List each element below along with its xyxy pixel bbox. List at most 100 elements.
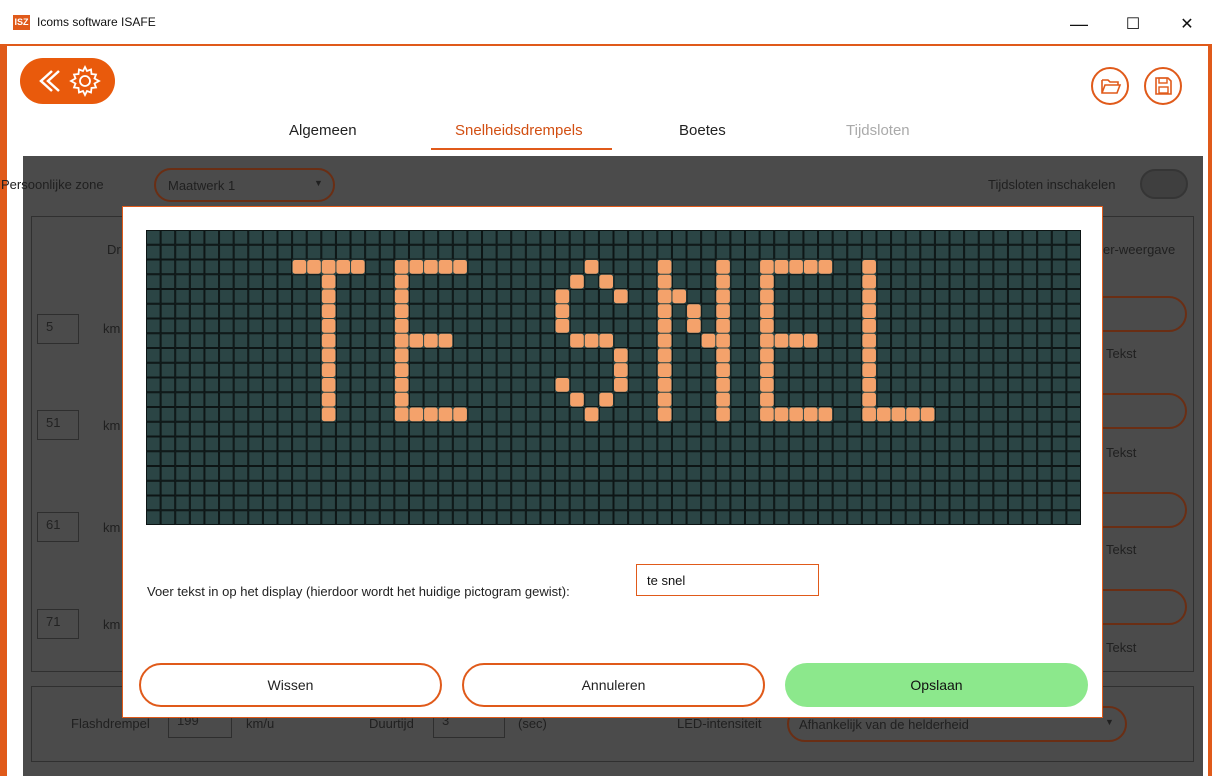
led-pixel-on[interactable] [716, 407, 730, 422]
led-pixel-off[interactable] [686, 259, 702, 275]
led-pixel-on[interactable] [292, 260, 307, 274]
led-pixel-off[interactable] [277, 318, 293, 334]
led-pixel-off[interactable] [160, 289, 176, 304]
led-pixel-off[interactable] [642, 480, 658, 496]
led-pixel-off[interactable] [496, 244, 512, 260]
led-pixel-on[interactable] [394, 289, 409, 304]
led-pixel-off[interactable] [482, 510, 497, 525]
led-pixel-off[interactable] [511, 377, 526, 393]
led-pixel-off[interactable] [628, 274, 643, 289]
led-pixel-off[interactable] [219, 421, 234, 437]
threshold-speed-input[interactable]: 61 [37, 512, 79, 542]
led-pixel-off[interactable] [584, 421, 599, 437]
led-pixel-off[interactable] [818, 392, 833, 407]
led-pixel-off[interactable] [657, 244, 672, 260]
led-pixel-off[interactable] [1066, 362, 1081, 378]
led-pixel-off[interactable] [1066, 303, 1081, 319]
led-pixel-off[interactable] [847, 318, 862, 334]
led-pixel-off[interactable] [584, 274, 599, 289]
led-pixel-off[interactable] [847, 244, 862, 260]
led-pixel-off[interactable] [876, 466, 892, 481]
led-pixel-off[interactable] [818, 451, 833, 466]
led-pixel-off[interactable] [1022, 392, 1038, 407]
led-pixel-on[interactable] [716, 333, 730, 348]
led-pixel-off[interactable] [905, 274, 921, 289]
led-pixel-on[interactable] [570, 333, 584, 348]
led-pixel-off[interactable] [744, 421, 760, 437]
led-pixel-off[interactable] [978, 495, 994, 511]
led-pixel-off[interactable] [496, 230, 512, 245]
led-pixel-off[interactable] [978, 259, 994, 275]
led-pixel-off[interactable] [934, 244, 950, 260]
led-pixel-on[interactable] [862, 378, 876, 392]
led-pixel-off[interactable] [423, 480, 439, 496]
led-pixel-off[interactable] [671, 362, 687, 378]
led-pixel-off[interactable] [438, 421, 453, 437]
led-pixel-off[interactable] [847, 421, 862, 437]
led-pixel-on[interactable] [818, 407, 833, 422]
led-pixel-off[interactable] [964, 230, 979, 245]
led-pixel-off[interactable] [146, 495, 161, 511]
led-pixel-off[interactable] [934, 289, 950, 304]
led-pixel-off[interactable] [1066, 289, 1081, 304]
led-pixel-off[interactable] [335, 303, 351, 319]
led-pixel-off[interactable] [891, 348, 906, 363]
led-pixel-off[interactable] [978, 392, 994, 407]
led-pixel-off[interactable] [540, 480, 556, 496]
led-pixel-off[interactable] [1037, 392, 1052, 407]
led-pixel-off[interactable] [350, 274, 366, 289]
led-pixel-off[interactable] [175, 362, 190, 378]
led-pixel-off[interactable] [262, 451, 278, 466]
led-pixel-off[interactable] [292, 480, 307, 496]
led-pixel-off[interactable] [934, 421, 950, 437]
led-pixel-off[interactable] [555, 392, 570, 407]
led-pixel-off[interactable] [934, 392, 950, 407]
led-pixel-off[interactable] [730, 244, 745, 260]
led-pixel-off[interactable] [628, 318, 643, 334]
led-pixel-off[interactable] [423, 451, 439, 466]
led-pixel-off[interactable] [408, 480, 424, 496]
led-pixel-off[interactable] [350, 480, 366, 496]
led-pixel-off[interactable] [525, 480, 541, 496]
led-pixel-off[interactable] [438, 318, 453, 334]
led-pixel-off[interactable] [803, 436, 819, 452]
led-pixel-off[interactable] [262, 303, 278, 319]
led-pixel-off[interactable] [949, 333, 965, 348]
led-pixel-off[interactable] [671, 421, 687, 437]
led-pixel-off[interactable] [715, 230, 731, 245]
led-pixel-off[interactable] [642, 362, 658, 378]
led-pixel-on[interactable] [760, 304, 774, 318]
led-pixel-off[interactable] [204, 333, 220, 348]
led-pixel-off[interactable] [1022, 274, 1038, 289]
led-pixel-off[interactable] [1007, 451, 1023, 466]
led-pixel-off[interactable] [876, 303, 892, 319]
led-pixel-off[interactable] [394, 451, 409, 466]
led-pixel-off[interactable] [189, 333, 205, 348]
led-pixel-off[interactable] [525, 303, 541, 319]
led-pixel-off[interactable] [701, 318, 716, 334]
led-pixel-off[interactable] [335, 436, 351, 452]
led-pixel-off[interactable] [233, 259, 249, 275]
led-pixel-off[interactable] [496, 392, 512, 407]
led-pixel-off[interactable] [233, 466, 249, 481]
led-pixel-off[interactable] [978, 466, 994, 481]
maximize-button[interactable]: ☐ [1110, 8, 1156, 40]
led-pixel-off[interactable] [408, 244, 424, 260]
led-pixel-off[interactable] [525, 495, 541, 511]
led-pixel-off[interactable] [832, 451, 848, 466]
led-pixel-off[interactable] [905, 436, 921, 452]
led-pixel-off[interactable] [438, 289, 453, 304]
led-pixel-off[interactable] [803, 377, 819, 393]
led-pixel-off[interactable] [891, 303, 906, 319]
led-pixel-off[interactable] [876, 377, 892, 393]
led-pixel-on[interactable] [789, 333, 803, 348]
led-pixel-off[interactable] [262, 289, 278, 304]
led-pixel-off[interactable] [204, 421, 220, 437]
led-pixel-off[interactable] [964, 362, 979, 378]
led-pixel-off[interactable] [189, 421, 205, 437]
led-pixel-off[interactable] [993, 495, 1008, 511]
led-pixel-off[interactable] [832, 421, 848, 437]
led-pixel-off[interactable] [759, 230, 775, 245]
led-pixel-off[interactable] [978, 318, 994, 334]
led-pixel-off[interactable] [496, 274, 512, 289]
